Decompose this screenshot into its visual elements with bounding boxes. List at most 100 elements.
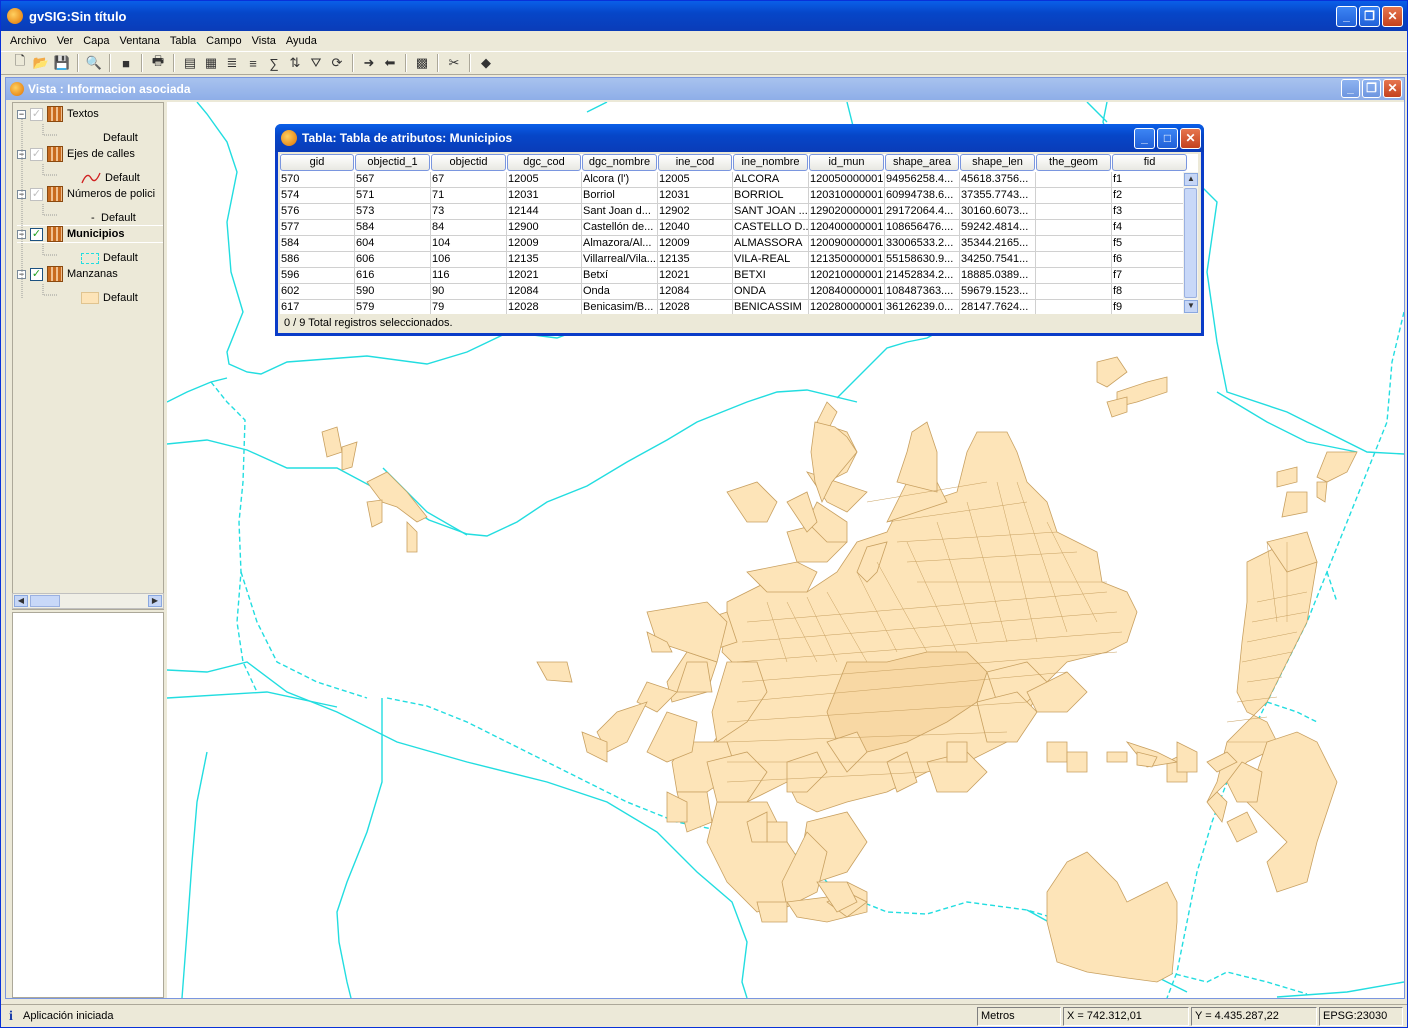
save-icon[interactable]: 💾: [53, 54, 71, 72]
toc-horizontal-scrollbar[interactable]: ◀ ▶: [12, 593, 164, 609]
table-cell[interactable]: 574: [280, 188, 355, 204]
table-cell[interactable]: 12009: [658, 236, 733, 252]
column-header-objectid-1[interactable]: objectid_1: [355, 154, 430, 171]
table-cell[interactable]: Almazora/Al...: [582, 236, 658, 252]
column-header-fid[interactable]: fid: [1112, 154, 1187, 171]
copy-table-icon[interactable]: ▤: [181, 54, 199, 72]
scroll-left-icon[interactable]: ◀: [14, 595, 28, 607]
table-cell[interactable]: 12900: [507, 220, 582, 236]
table-cell[interactable]: 36126239.0...: [885, 300, 960, 314]
scroll-thumb[interactable]: [1184, 188, 1197, 298]
view-minimize-button[interactable]: _: [1341, 79, 1360, 98]
refresh-icon[interactable]: ⟳: [328, 54, 346, 72]
table-cell[interactable]: 12021: [658, 268, 733, 284]
table-cell[interactable]: 586: [280, 252, 355, 268]
table-cell[interactable]: f6: [1112, 252, 1188, 268]
menu-vista[interactable]: Vista: [247, 35, 281, 47]
table-cell[interactable]: 12031: [658, 188, 733, 204]
table-cell[interactable]: 120280000001: [809, 300, 885, 314]
tools-icon[interactable]: ✂: [445, 54, 463, 72]
table-cell[interactable]: f4: [1112, 220, 1188, 236]
table-cell[interactable]: [1036, 204, 1112, 220]
table-title-bar[interactable]: Tabla: Tabla de atributos: Municipios _ …: [275, 124, 1204, 152]
menu-capa[interactable]: Capa: [78, 35, 114, 47]
table-cell[interactable]: CASTELLO D...: [733, 220, 809, 236]
table-cell[interactable]: 71: [431, 188, 507, 204]
table-cell[interactable]: 67: [431, 172, 507, 188]
minimize-button[interactable]: _: [1336, 6, 1357, 27]
table-cell[interactable]: 584: [280, 236, 355, 252]
table-cell[interactable]: 73: [431, 204, 507, 220]
app-title-bar[interactable]: gvSIG:Sin título _ ❐ ✕: [1, 1, 1407, 31]
table-cell[interactable]: 94956258.4...: [885, 172, 960, 188]
menu-ver[interactable]: Ver: [52, 35, 79, 47]
table-cell[interactable]: ONDA: [733, 284, 809, 300]
table-cell[interactable]: 590: [355, 284, 431, 300]
menu-ventana[interactable]: Ventana: [115, 35, 165, 47]
table-cell[interactable]: 604: [355, 236, 431, 252]
table-cell[interactable]: 120840000001: [809, 284, 885, 300]
table-cell[interactable]: f3: [1112, 204, 1188, 220]
table-cell[interactable]: 567: [355, 172, 431, 188]
table-cell[interactable]: 12040: [658, 220, 733, 236]
table-cell[interactable]: 12021: [507, 268, 582, 284]
table-cell[interactable]: 79: [431, 300, 507, 314]
table-cell[interactable]: 59679.1523...: [960, 284, 1036, 300]
table-cell[interactable]: 45618.3756...: [960, 172, 1036, 188]
column-header-shape-area[interactable]: shape_area: [885, 154, 959, 171]
table-cell[interactable]: 12084: [658, 284, 733, 300]
table-cell[interactable]: 55158630.9...: [885, 252, 960, 268]
table-cell[interactable]: 12084: [507, 284, 582, 300]
new-file-icon[interactable]: 🗋: [11, 53, 29, 72]
table-cell[interactable]: 584: [355, 220, 431, 236]
filter-icon[interactable]: ⛛: [307, 54, 325, 72]
table-cell[interactable]: Villarreal/Vila...: [582, 252, 658, 268]
table-cell[interactable]: 576: [280, 204, 355, 220]
attribute-grid[interactable]: gid objectid_1 objectid dgc_cod dgc_nombre in…: [280, 154, 1198, 314]
table-vertical-scrollbar[interactable]: ▲ ▼: [1183, 172, 1198, 314]
table-cell[interactable]: Borriol: [582, 188, 658, 204]
print-icon[interactable]: 🖶: [149, 53, 167, 72]
table-cell[interactable]: 12135: [507, 252, 582, 268]
table-cell[interactable]: Sant Joan d...: [582, 204, 658, 220]
table-cell[interactable]: Castellón de...: [582, 220, 658, 236]
column-header-the-geom[interactable]: the_geom: [1036, 154, 1111, 171]
scroll-up-icon[interactable]: ▲: [1184, 173, 1198, 186]
table-cell[interactable]: 12005: [658, 172, 733, 188]
scroll-right-icon[interactable]: ▶: [148, 595, 162, 607]
table-cell[interactable]: 120400000001: [809, 220, 885, 236]
column-header-dgc-nombre[interactable]: dgc_nombre: [582, 154, 657, 171]
order-icon[interactable]: ⇅: [286, 54, 304, 72]
table-cell[interactable]: 12144: [507, 204, 582, 220]
table-cell[interactable]: BORRIOL: [733, 188, 809, 204]
table-cell[interactable]: 60994738.6...: [885, 188, 960, 204]
restore-button[interactable]: ❐: [1359, 6, 1380, 27]
table-cell[interactable]: 30160.6073...: [960, 204, 1036, 220]
column-header-dgc-cod[interactable]: dgc_cod: [507, 154, 581, 171]
close-button[interactable]: ✕: [1382, 6, 1403, 27]
table-cell[interactable]: [1036, 268, 1112, 284]
locator-map[interactable]: [12, 612, 164, 998]
table-cell[interactable]: [1036, 300, 1112, 314]
table-cell[interactable]: 12031: [507, 188, 582, 204]
table-cell[interactable]: 616: [355, 268, 431, 284]
table-cell[interactable]: 606: [355, 252, 431, 268]
table-cell[interactable]: 12902: [658, 204, 733, 220]
table-close-button[interactable]: ✕: [1180, 128, 1201, 149]
table-cell[interactable]: f7: [1112, 268, 1188, 284]
table-cell[interactable]: 104: [431, 236, 507, 252]
table-cell[interactable]: Onda: [582, 284, 658, 300]
table-cell[interactable]: 90: [431, 284, 507, 300]
table-cell[interactable]: 571: [355, 188, 431, 204]
table-cell[interactable]: f1: [1112, 172, 1188, 188]
table-cell[interactable]: 18885.0389...: [960, 268, 1036, 284]
table-cell[interactable]: 570: [280, 172, 355, 188]
select-grid-icon[interactable]: ▩: [413, 54, 431, 72]
table-cell[interactable]: [1036, 252, 1112, 268]
sort-ascending-icon[interactable]: ≣: [223, 54, 241, 72]
scroll-down-icon[interactable]: ▼: [1184, 300, 1198, 313]
view-restore-button[interactable]: ❐: [1362, 79, 1381, 98]
table-cell[interactable]: 34250.7541...: [960, 252, 1036, 268]
table-cell[interactable]: f8: [1112, 284, 1188, 300]
table-cell[interactable]: 120210000001: [809, 268, 885, 284]
